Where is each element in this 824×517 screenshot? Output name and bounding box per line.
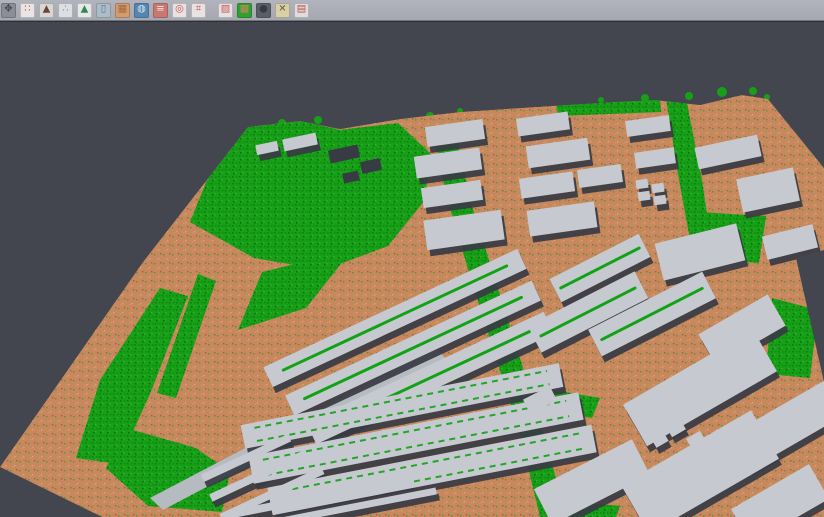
terrain-model-icon[interactable]: ▲ <box>39 3 54 18</box>
map-notes-icon-glyph: ✕ <box>278 5 286 15</box>
tree-canopy <box>314 116 322 124</box>
grid-selection-icon[interactable]: ▨ <box>218 3 233 18</box>
tree-canopy <box>717 87 727 97</box>
building-roof <box>635 179 648 190</box>
mesh-view-icon-glyph: ● <box>259 5 268 15</box>
classification-view-icon-glyph: ▩ <box>240 5 249 15</box>
coordinate-system-icon-glyph: ◍ <box>137 5 146 15</box>
crop-region-icon-glyph: ⌗ <box>196 5 202 15</box>
report-icon[interactable]: ≡ <box>153 3 168 18</box>
point-cloud-icon[interactable]: ∴ <box>58 3 73 18</box>
mesh-view-icon[interactable]: ● <box>256 3 271 18</box>
toolbar: ✥ ∷ ▲ ∴ ▲ ▯ ▦ ◍ ≡ ◎ ⌗ ▨ ▩ ● ✕ ▤ <box>0 0 824 21</box>
report-icon-glyph: ≡ <box>156 5 164 15</box>
export-report-icon-glyph: ▤ <box>297 5 306 15</box>
building-roof <box>651 183 664 194</box>
orthophoto-icon-glyph: ▦ <box>118 5 127 15</box>
tree-canopy <box>598 97 604 103</box>
surface-model-icon-glyph: ▲ <box>81 5 89 15</box>
tree-canopy <box>685 92 693 100</box>
viewport-3d[interactable] <box>0 22 824 517</box>
grid-selection-icon-glyph: ▨ <box>221 5 230 15</box>
crop-region-icon[interactable]: ⌗ <box>191 3 206 18</box>
point-cloud-icon-glyph: ∴ <box>62 5 68 15</box>
scene-canvas <box>0 22 824 517</box>
move-tool-icon[interactable]: ✥ <box>1 3 16 18</box>
building-roof <box>637 191 650 202</box>
move-tool-icon-glyph: ✥ <box>4 5 12 15</box>
classify-points-icon-glyph: ∷ <box>24 5 30 15</box>
classify-points-icon[interactable]: ∷ <box>20 3 35 18</box>
target-icon-glyph: ◎ <box>175 5 184 15</box>
application-window: ✥ ∷ ▲ ∴ ▲ ▯ ▦ ◍ ≡ ◎ ⌗ ▨ ▩ ● ✕ ▤ <box>0 0 824 517</box>
target-icon[interactable]: ◎ <box>172 3 187 18</box>
terrain-model-icon-glyph: ▲ <box>43 5 51 15</box>
cross-section-icon[interactable]: ▯ <box>96 3 111 18</box>
coordinate-system-icon[interactable]: ◍ <box>134 3 149 18</box>
export-report-icon[interactable]: ▤ <box>294 3 309 18</box>
surface-model-icon[interactable]: ▲ <box>77 3 92 18</box>
classification-view-icon[interactable]: ▩ <box>237 3 252 18</box>
cross-section-icon-glyph: ▯ <box>101 5 107 15</box>
building-roof <box>653 195 666 206</box>
orthophoto-icon[interactable]: ▦ <box>115 3 130 18</box>
tree-canopy <box>749 87 757 95</box>
map-notes-icon[interactable]: ✕ <box>275 3 290 18</box>
